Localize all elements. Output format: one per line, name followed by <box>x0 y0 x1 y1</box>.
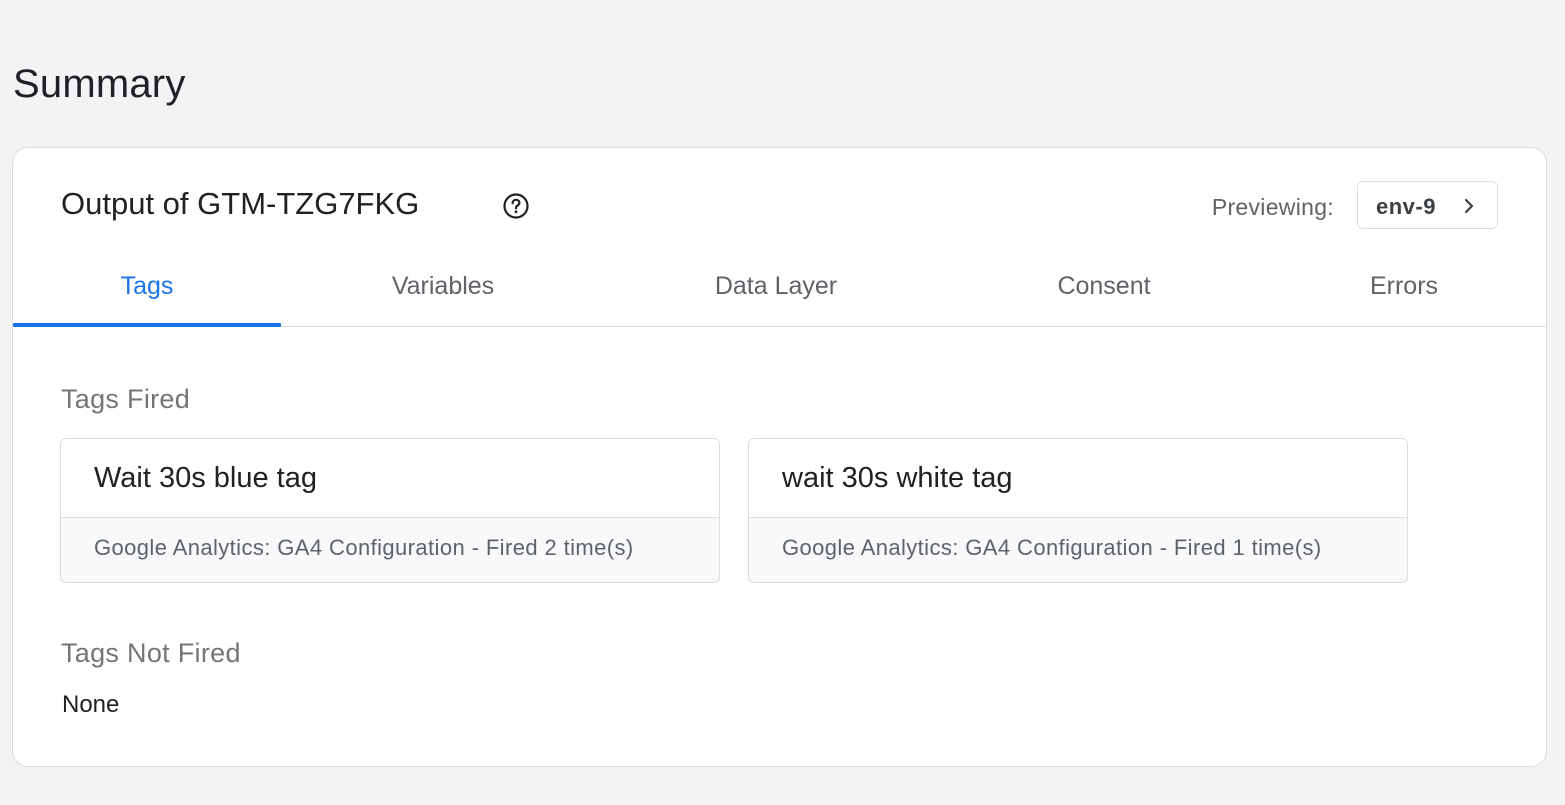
environment-selector-button[interactable]: env-9 <box>1357 181 1498 229</box>
tag-meta: Google Analytics: GA4 Configuration - Fi… <box>782 535 1322 560</box>
tag-name: wait 30s white tag <box>782 462 1013 494</box>
tag-footer: Google Analytics: GA4 Configuration - Fi… <box>61 517 719 582</box>
tags-not-fired-value: None <box>62 691 120 718</box>
help-circle-icon[interactable] <box>502 192 530 220</box>
tab-data-layer[interactable]: Data Layer <box>676 240 876 326</box>
page-title: Summary <box>13 62 186 106</box>
tag-meta: Google Analytics: GA4 Configuration - Fi… <box>94 535 634 560</box>
tag-card[interactable]: wait 30s white tag Google Analytics: GA4… <box>748 438 1408 583</box>
previewing-label: Previewing: <box>1211 194 1334 220</box>
tab-tags[interactable]: Tags <box>13 240 281 327</box>
tab-consent[interactable]: Consent <box>1004 240 1204 326</box>
tag-card[interactable]: Wait 30s blue tag Google Analytics: GA4 … <box>60 438 720 583</box>
tags-not-fired-heading: Tags Not Fired <box>61 638 241 668</box>
tag-name: Wait 30s blue tag <box>94 462 317 494</box>
summary-card: Output of GTM-TZG7FKG Previewing: env-9 … <box>12 147 1547 767</box>
tag-footer: Google Analytics: GA4 Configuration - Fi… <box>749 517 1407 582</box>
card-header: Output of GTM-TZG7FKG Previewing: env-9 <box>61 181 1498 232</box>
tab-variables[interactable]: Variables <box>343 240 543 326</box>
tags-fired-heading: Tags Fired <box>61 384 191 414</box>
chevron-right-icon <box>1459 196 1479 216</box>
output-title: Output of GTM-TZG7FKG <box>61 186 420 221</box>
tab-errors[interactable]: Errors <box>1304 240 1504 326</box>
environment-value: env-9 <box>1376 194 1436 219</box>
tab-bar: Tags Variables Data Layer Consent Errors <box>13 240 1546 327</box>
